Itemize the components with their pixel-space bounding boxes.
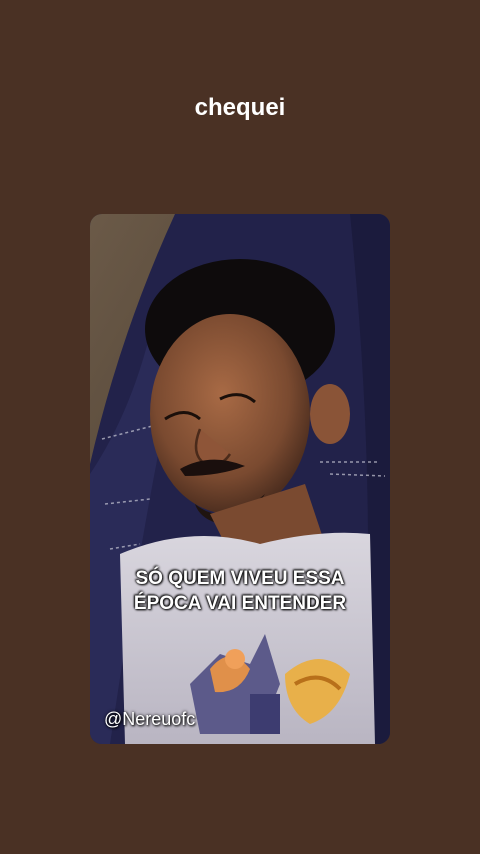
story-text: chequei bbox=[194, 94, 286, 121]
watermark-handle: @Nereuofc bbox=[104, 709, 196, 729]
video-frame-image bbox=[90, 214, 390, 744]
caption-line-1: SÓ QUEM VIVEU ESSA bbox=[135, 568, 345, 589]
story-media-card[interactable]: SÓ QUEM VIVEU ESSA ÉPOCA VAI ENTENDER @N… bbox=[90, 214, 390, 744]
video-caption: SÓ QUEM VIVEU ESSA ÉPOCA VAI ENTENDER bbox=[90, 566, 390, 616]
caption-line-2: ÉPOCA VAI ENTENDER bbox=[133, 593, 347, 614]
